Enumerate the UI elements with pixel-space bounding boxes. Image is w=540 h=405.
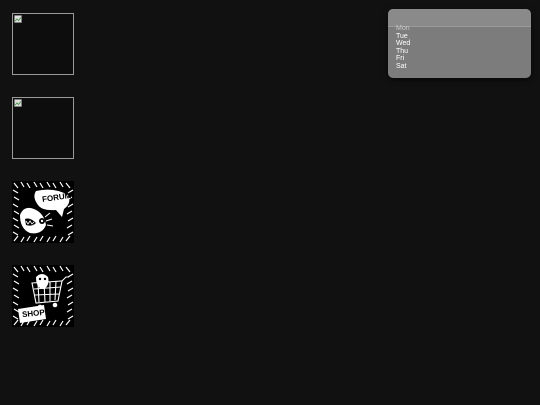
forum-badge-link[interactable]: FORUM xyxy=(12,181,74,243)
day-option-tue[interactable]: Tue xyxy=(396,33,410,41)
broken-image-2[interactable] xyxy=(12,97,74,159)
day-option-fri[interactable]: Fri xyxy=(396,55,410,63)
broken-image-icon xyxy=(14,99,22,107)
shop-badge-link[interactable]: SHOP xyxy=(12,265,74,327)
day-option-wed[interactable]: Wed xyxy=(396,40,410,48)
day-dropdown[interactable]: Mon Tue Wed Thu Fri Sat xyxy=(388,9,531,78)
day-option-mon[interactable]: Mon xyxy=(396,25,410,33)
day-options-list: Mon Tue Wed Thu Fri Sat xyxy=(396,25,410,71)
broken-image-icon xyxy=(14,15,22,23)
day-option-sat[interactable]: Sat xyxy=(396,63,410,71)
forum-badge-icon xyxy=(12,181,74,243)
day-option-thu[interactable]: Thu xyxy=(396,48,410,56)
broken-image-1[interactable] xyxy=(12,13,74,75)
shop-cart-icon xyxy=(12,265,74,327)
